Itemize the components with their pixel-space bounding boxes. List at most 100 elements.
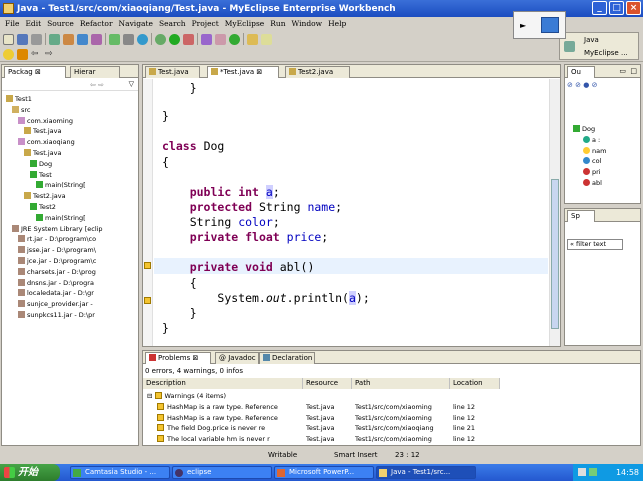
tray-icon[interactable] bbox=[589, 468, 597, 476]
start-button[interactable]: 开始 bbox=[0, 464, 60, 481]
tree-item-class-test2[interactable]: Test2 bbox=[30, 203, 56, 211]
tree-item-folder-src[interactable]: src bbox=[12, 105, 31, 114]
open-perspective-icon[interactable] bbox=[564, 41, 575, 52]
forward-icon[interactable]: ⇨ bbox=[45, 48, 56, 60]
tree-item-jar-localedata[interactable]: localedata.jar - D:\gr bbox=[18, 289, 94, 297]
menu-project[interactable]: Project bbox=[189, 19, 222, 28]
code-area[interactable]: } } class Dog { public int a; protected … bbox=[154, 79, 548, 346]
tree-item-jar-rt[interactable]: rt.jar - D:\program\co bbox=[18, 235, 96, 243]
warnings-group[interactable]: ⊟ Warnings (4 items) bbox=[147, 391, 226, 401]
minimize-view-icon[interactable]: ▭ bbox=[619, 67, 626, 75]
hide-nonpublic-icon[interactable]: ● bbox=[583, 81, 589, 89]
new-icon[interactable] bbox=[3, 33, 14, 45]
column-resource[interactable]: Resource bbox=[303, 378, 352, 389]
minimize-button[interactable]: _ bbox=[592, 1, 607, 15]
debug-icon[interactable] bbox=[155, 33, 166, 45]
tab-outline[interactable]: Ou bbox=[567, 66, 595, 78]
save-icon[interactable] bbox=[17, 33, 28, 45]
tree-item-jar-sunpkcs11[interactable]: sunpkcs11.jar - D:\pr bbox=[18, 311, 95, 319]
tab-problems[interactable]: Problems ⊠ bbox=[145, 352, 211, 364]
open-folder-icon[interactable] bbox=[247, 33, 258, 45]
external-tools-icon[interactable] bbox=[183, 33, 194, 45]
tab-javadoc[interactable]: @ Javadoc bbox=[215, 352, 259, 364]
warning-marker-icon[interactable] bbox=[144, 262, 151, 269]
tab-test-java-1[interactable]: Test.java bbox=[145, 66, 200, 78]
tree-item-method-main[interactable]: main(String[ bbox=[36, 181, 86, 189]
light-bulb-icon[interactable] bbox=[3, 48, 14, 60]
menu-myeclipse[interactable]: MyEclipse bbox=[222, 19, 267, 28]
open-type-icon[interactable] bbox=[109, 33, 120, 45]
tree-item-file-test-java[interactable]: Test.java bbox=[24, 127, 62, 135]
tree-item-class-test[interactable]: Test bbox=[30, 170, 52, 179]
tree-item-jar-jsse[interactable]: jsse.jar - D:\program\ bbox=[18, 246, 96, 254]
menu-source[interactable]: Source bbox=[44, 19, 77, 28]
menu-refactor[interactable]: Refactor bbox=[77, 19, 116, 28]
outline-field-color[interactable]: col bbox=[583, 157, 601, 165]
tree-item-file-test2-java[interactable]: Test2.java bbox=[24, 192, 66, 200]
menu-navigate[interactable]: Navigate bbox=[116, 19, 156, 28]
collapse-all-icon[interactable]: ⇦ ⇨ bbox=[90, 81, 104, 89]
build-icon[interactable] bbox=[123, 33, 134, 45]
menu-edit[interactable]: Edit bbox=[22, 19, 44, 28]
problem-row[interactable]: The local variable hm is never r Test.jav… bbox=[143, 434, 640, 444]
column-description[interactable]: Description bbox=[143, 378, 303, 389]
filter-input[interactable]: « filter text bbox=[567, 239, 623, 250]
tree-item-package-com-xiaoming[interactable]: com.xiaoming bbox=[18, 116, 73, 125]
new-class-icon[interactable] bbox=[229, 33, 240, 45]
tree-item-library-jre[interactable]: JRE System Library [eclip bbox=[12, 224, 103, 233]
tab-test2-java[interactable]: Test2.java bbox=[285, 66, 350, 78]
floating-popup[interactable]: ► bbox=[513, 11, 566, 39]
web-icon[interactable] bbox=[77, 33, 88, 45]
menu-run[interactable]: Run bbox=[267, 19, 288, 28]
globe-icon[interactable] bbox=[137, 33, 148, 45]
outline-field-price[interactable]: pri bbox=[583, 168, 601, 176]
back-icon[interactable]: ⇦ bbox=[31, 48, 42, 60]
tree-item-jar-sunjce[interactable]: sunjce_provider.jar - bbox=[18, 300, 93, 308]
column-path[interactable]: Path bbox=[352, 378, 450, 389]
popup-window-icon[interactable] bbox=[541, 17, 559, 33]
maximize-button[interactable]: □ bbox=[609, 1, 624, 15]
taskbar-camtasia[interactable]: Camtasia Studio - ... bbox=[70, 466, 170, 479]
view-menu-icon[interactable]: ▽ bbox=[129, 80, 134, 88]
server-icon[interactable] bbox=[49, 33, 60, 45]
maximize-view-icon[interactable]: □ bbox=[630, 67, 637, 75]
menu-file[interactable]: File bbox=[2, 19, 22, 28]
menu-help[interactable]: Help bbox=[325, 19, 349, 28]
deploy-icon[interactable] bbox=[63, 33, 74, 45]
tab-package-explorer[interactable]: Packag ⊠ bbox=[4, 66, 66, 78]
search-icon[interactable] bbox=[261, 33, 272, 45]
tree-item-project-test1[interactable]: Test1 bbox=[6, 95, 32, 103]
problem-row[interactable]: The field Dog.price is never re Test.java… bbox=[143, 423, 640, 433]
tab-spring-explorer[interactable]: Sp bbox=[567, 210, 595, 222]
problem-row[interactable]: HashMap is a raw type. Reference Test.jav… bbox=[143, 402, 640, 412]
tree-item-method-main[interactable]: main(String[ bbox=[36, 213, 86, 222]
outline-field-a[interactable]: a : bbox=[583, 135, 600, 144]
new-package-icon[interactable] bbox=[215, 33, 226, 45]
tree-item-jar-jce[interactable]: jce.jar - D:\program\c bbox=[18, 257, 96, 265]
tree-item-package-com-xiaoqiang[interactable]: com.xiaoqiang bbox=[18, 138, 75, 146]
taskbar-powerpoint[interactable]: Microsoft PowerP... bbox=[274, 466, 374, 479]
tree-item-file-test-java[interactable]: Test.java bbox=[24, 149, 62, 157]
tab-declaration[interactable]: Declaration bbox=[259, 352, 315, 364]
outline-class-dog[interactable]: Dog bbox=[573, 125, 595, 133]
tab-test-java-dirty[interactable]: *Test.java ⊠ bbox=[207, 66, 279, 78]
scrollbar-thumb[interactable] bbox=[551, 179, 559, 329]
next-annotation-icon[interactable] bbox=[17, 48, 28, 60]
perspective-java[interactable]: Java bbox=[584, 36, 599, 44]
tree-item-class-dog[interactable]: Dog bbox=[30, 159, 52, 168]
close-button[interactable]: × bbox=[626, 1, 641, 15]
run-icon[interactable] bbox=[169, 33, 180, 45]
menu-search[interactable]: Search bbox=[156, 19, 189, 28]
outline-field-name[interactable]: nam bbox=[583, 146, 606, 155]
tree-item-jar-dnsns[interactable]: dnsns.jar - D:\progra bbox=[18, 278, 94, 287]
new-java-project-icon[interactable] bbox=[201, 33, 212, 45]
perspective-myeclipse[interactable]: MyEclipse ... bbox=[584, 49, 628, 57]
tray-icon[interactable] bbox=[578, 468, 586, 476]
hide-static-icon[interactable]: ⊘ bbox=[575, 81, 581, 89]
tab-hierarchy[interactable]: Hierar bbox=[70, 66, 120, 78]
taskbar-eclipse[interactable]: eclipse bbox=[172, 466, 272, 479]
warning-marker-icon[interactable] bbox=[144, 297, 151, 304]
menu-window[interactable]: Window bbox=[289, 19, 326, 28]
taskbar-java-window[interactable]: Java - Test1/src... bbox=[376, 466, 476, 479]
column-location[interactable]: Location bbox=[450, 378, 500, 389]
